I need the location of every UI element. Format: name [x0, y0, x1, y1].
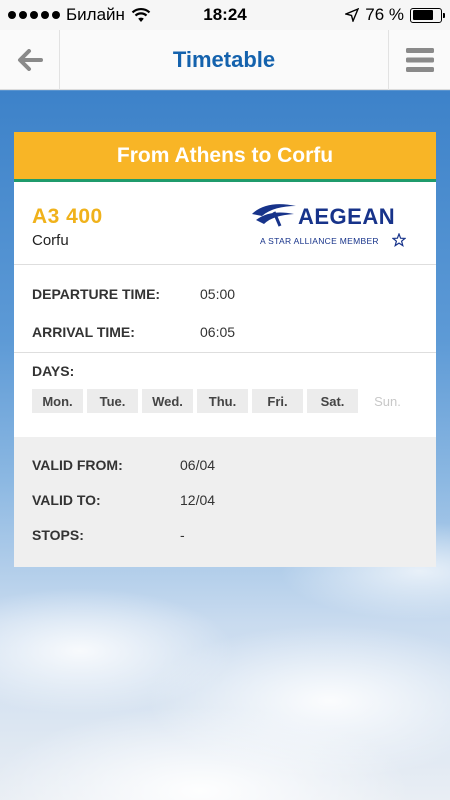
valid-to-label: VALID TO:: [32, 491, 101, 508]
status-bar: Билайн 18:24 76 %: [0, 0, 450, 30]
location-arrow-icon: [345, 8, 360, 22]
arrival-label: ARRIVAL TIME:: [32, 324, 135, 340]
day-fri: Fri.: [252, 389, 303, 413]
valid-to-value: 12/04: [180, 491, 216, 508]
aegean-bird-icon: [252, 204, 296, 227]
days-section: DAYS: Mon. Tue. Wed. Thu. Fri. Sat. Sun.: [14, 353, 436, 437]
time-section: DEPARTURE TIME: 05:00 ARRIVAL TIME: 06:0…: [14, 265, 436, 353]
validity-section: VALID FROM: 06/04 VALID TO: 12/04 STOPS:…: [14, 437, 436, 567]
day-sat: Sat.: [307, 389, 358, 413]
day-wed: Wed.: [142, 389, 193, 413]
valid-to-row: VALID TO: 12/04: [14, 482, 436, 517]
day-thu: Thu.: [197, 389, 248, 413]
arrival-row: ARRIVAL TIME: 06:05: [14, 313, 436, 351]
back-button[interactable]: [0, 30, 60, 90]
stops-row: STOPS: -: [14, 517, 436, 552]
valid-from-value: 06/04: [180, 456, 216, 473]
valid-from-label: VALID FROM:: [32, 456, 123, 473]
aegean-logo: AEGEAN A STAR ALLIANCE MEMBER: [250, 200, 410, 250]
airline-logo-name: AEGEAN: [298, 204, 396, 229]
page-title: Timetable: [172, 47, 276, 72]
route-header: From Athens to Corfu: [14, 132, 436, 182]
airline-logo-subtitle: A STAR ALLIANCE MEMBER: [260, 236, 379, 246]
departure-value: 05:00: [200, 286, 236, 302]
arrival-value: 06:05: [200, 324, 236, 340]
days-label: DAYS:: [32, 363, 75, 379]
star-alliance-icon: [392, 233, 406, 247]
battery-icon: [410, 7, 445, 23]
day-tue: Tue.: [87, 389, 138, 413]
valid-from-row: VALID FROM: 06/04: [14, 447, 436, 482]
carrier-name: Билайн: [66, 5, 125, 24]
menu-button[interactable]: [388, 30, 450, 90]
signal-strength-icon: [8, 11, 60, 19]
arrow-left-icon: [17, 49, 43, 71]
departure-label: DEPARTURE TIME:: [32, 286, 161, 302]
day-mon: Mon.: [32, 389, 83, 413]
flight-number: A3 400: [32, 205, 103, 228]
days-list: Mon. Tue. Wed. Thu. Fri. Sat. Sun.: [32, 389, 418, 413]
departure-row: DEPARTURE TIME: 05:00: [14, 275, 436, 313]
timetable-card: From Athens to Corfu A3 400 Corfu AEGEAN…: [14, 132, 436, 567]
wifi-icon: [131, 8, 151, 22]
flight-destination: Corfu: [32, 232, 69, 249]
status-time: 18:24: [203, 5, 247, 24]
stops-value: -: [180, 526, 185, 543]
hamburger-menu-icon: [405, 48, 434, 72]
stops-label: STOPS:: [32, 526, 84, 543]
day-sun: Sun.: [374, 393, 401, 409]
battery-percentage: 76 %: [365, 5, 404, 24]
flight-info: A3 400 Corfu AEGEAN A STAR ALLIANCE MEMB…: [14, 182, 436, 265]
navigation-bar: Timetable: [0, 30, 450, 90]
